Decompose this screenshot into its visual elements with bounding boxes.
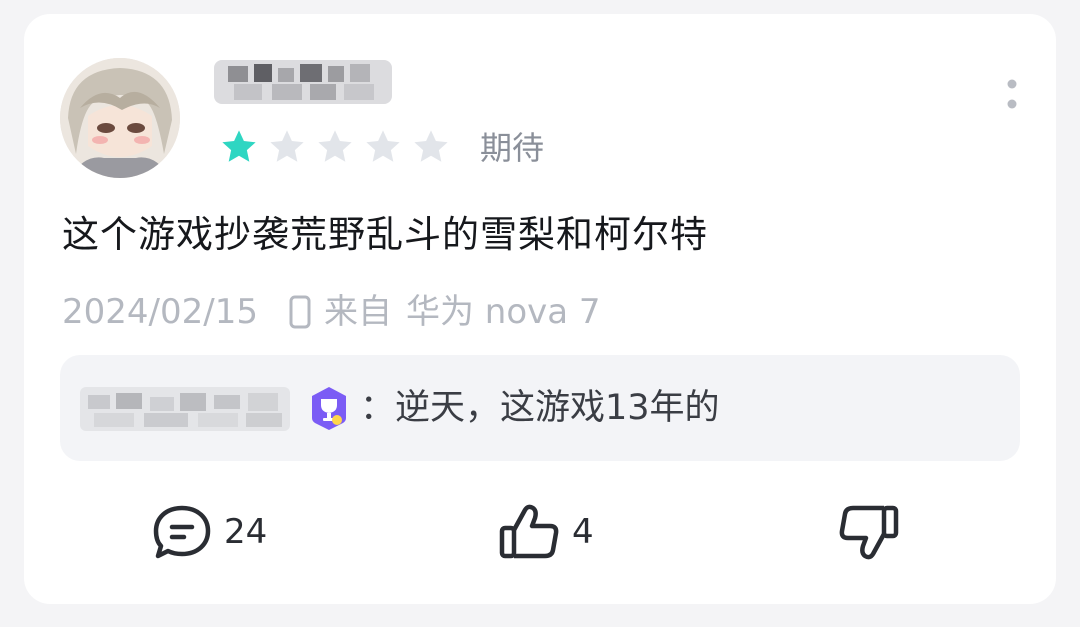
star-rating xyxy=(218,126,452,168)
like-button[interactable]: 4 xyxy=(498,502,594,562)
more-vertical-icon[interactable] xyxy=(1006,78,1018,114)
comment-count: 24 xyxy=(224,512,268,552)
thumbs-down-icon xyxy=(839,505,899,560)
rating-label: 期待 xyxy=(480,129,545,167)
review-card: 期待 这个游戏抄袭荒野乱斗的雪梨和柯尔特 2024/02/15 来自 华为 no… xyxy=(24,14,1056,604)
phone-icon xyxy=(288,294,312,330)
like-count: 4 xyxy=(572,512,594,552)
reply-username-blurred[interactable] xyxy=(80,387,290,431)
comment-button[interactable]: 24 xyxy=(150,502,267,562)
comment-icon xyxy=(153,505,211,559)
star-2-empty-icon xyxy=(270,130,304,162)
review-text: 这个游戏抄袭荒野乱斗的雪梨和柯尔特 xyxy=(62,213,708,256)
reply-text: ：逆天，这游戏13年的 xyxy=(360,388,720,428)
review-meta: 2024/02/15 来自 华为 nova 7 xyxy=(62,290,601,334)
avatar[interactable] xyxy=(60,58,180,178)
dislike-button[interactable] xyxy=(836,502,900,562)
star-5-empty-icon xyxy=(414,130,448,162)
thumbs-up-icon xyxy=(499,504,559,559)
trophy-badge-icon xyxy=(308,385,350,431)
review-date: 2024/02/15 xyxy=(62,292,258,332)
reply-preview[interactable]: ：逆天，这游戏13年的 xyxy=(60,355,1020,461)
device-name: 华为 nova 7 xyxy=(405,292,601,332)
star-4-empty-icon xyxy=(366,130,400,162)
star-1-filled-icon xyxy=(222,130,256,162)
username-blurred[interactable] xyxy=(214,60,392,104)
device-prefix: 来自 xyxy=(323,292,392,332)
star-3-empty-icon xyxy=(318,130,352,162)
